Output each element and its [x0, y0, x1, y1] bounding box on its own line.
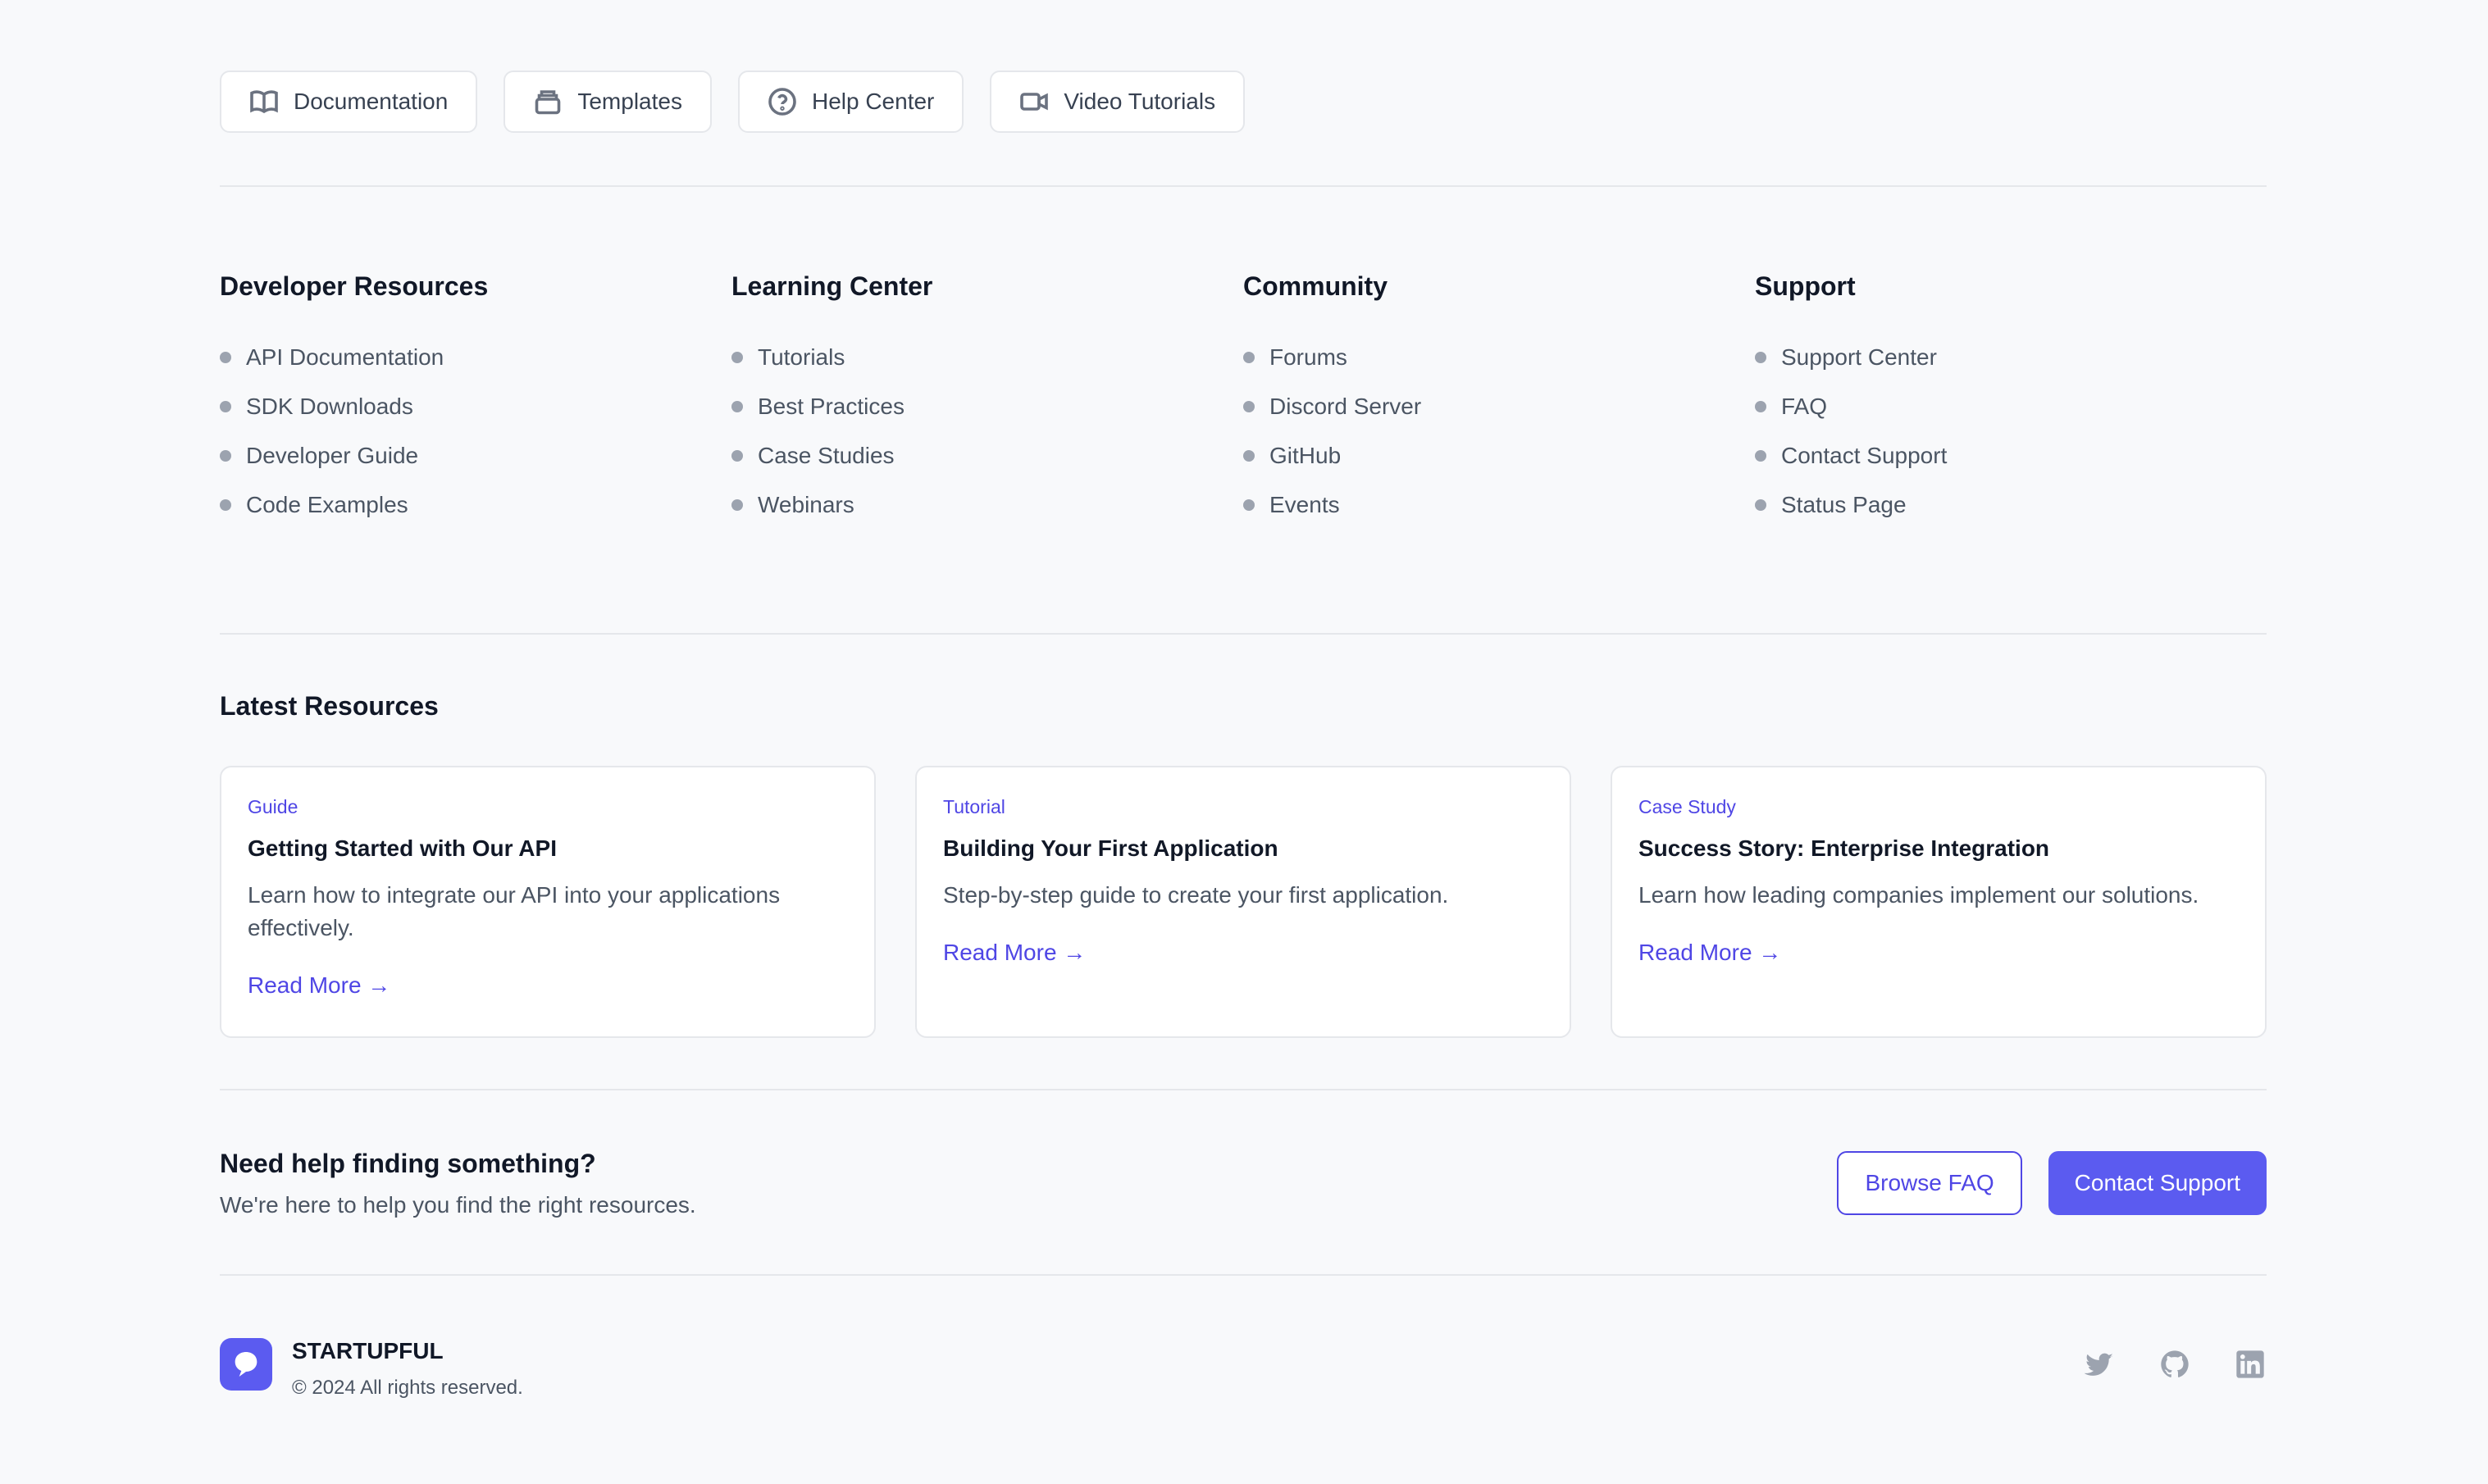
link-label: Events [1269, 492, 1340, 517]
read-more-link[interactable]: Read More → [1638, 940, 1781, 966]
developer-resources-column: Developer Resources API Documentation SD… [220, 271, 731, 535]
column-heading: Support [1755, 271, 1856, 301]
help-center-button[interactable]: Help Center [737, 71, 964, 133]
read-more-link[interactable]: Read More → [248, 972, 390, 999]
help-actions: Browse FAQ Contact Support [1837, 1151, 2267, 1215]
column-heading: Developer Resources [220, 271, 489, 301]
help-subtitle: We're here to help you find the right re… [220, 1192, 696, 1218]
copyright-text: © 2024 All rights reserved. [292, 1377, 523, 1399]
layers-icon [535, 90, 561, 115]
brand-name: STARTUPFUL [292, 1338, 444, 1363]
documentation-label: Documentation [294, 89, 449, 114]
card-description: Step-by-step guide to create your first … [943, 882, 1449, 908]
list-item[interactable]: Code Examples [220, 476, 731, 535]
card-title: Building Your First Application [943, 835, 1278, 861]
video-icon [1020, 93, 1049, 111]
social-links [2083, 1348, 2267, 1381]
card-description: Learn how leading companies implement ou… [1638, 882, 2199, 908]
bullet-icon [1243, 499, 1255, 511]
resource-cards: Guide Getting Started with Our API Learn… [220, 766, 2267, 1038]
read-more-link[interactable]: Read More → [943, 940, 1086, 966]
community-column: Community Forums Discord Server GitHub E… [1243, 271, 1755, 535]
card-tag: Guide [248, 796, 298, 817]
card-tag: Tutorial [943, 796, 1005, 817]
card-title: Getting Started with Our API [248, 835, 557, 861]
divider [220, 633, 2267, 635]
latest-resources-title: Latest Resources [220, 691, 439, 721]
bullet-icon [220, 499, 231, 511]
logo-icon[interactable] [220, 1338, 272, 1391]
bullet-icon [1243, 352, 1255, 363]
link-label: Code Examples [246, 492, 408, 517]
bullet-icon [1755, 352, 1766, 363]
list-item[interactable]: Events [1243, 476, 1755, 535]
contact-support-button[interactable]: Contact Support [2048, 1151, 2267, 1215]
quick-links-bar: Documentation Templates Help Center Vide… [220, 71, 1246, 133]
divider [220, 185, 2267, 187]
documentation-button[interactable]: Documentation [220, 71, 478, 133]
card-tag: Case Study [1638, 796, 1736, 817]
chat-bubble-icon [235, 1352, 257, 1377]
resources-page: Documentation Templates Help Center Vide… [0, 0, 2488, 1484]
browse-faq-button[interactable]: Browse FAQ [1837, 1151, 2022, 1215]
help-circle-icon [768, 88, 796, 116]
bullet-icon [220, 450, 231, 462]
templates-button[interactable]: Templates [504, 71, 712, 133]
bullet-icon [1755, 450, 1766, 462]
footer-brand: STARTUPFUL © 2024 All rights reserved. [220, 1338, 523, 1400]
bullet-icon [1243, 450, 1255, 462]
learning-center-column: Learning Center Tutorials Best Practices… [731, 271, 1243, 535]
bullet-icon [1243, 401, 1255, 412]
bullet-icon [1755, 499, 1766, 511]
templates-label: Templates [577, 89, 682, 114]
link-label: Status Page [1781, 492, 1907, 517]
resource-card[interactable]: Guide Getting Started with Our API Learn… [220, 766, 876, 1038]
github-icon[interactable] [2158, 1348, 2191, 1381]
book-icon [250, 90, 278, 114]
divider [220, 1274, 2267, 1276]
twitter-icon[interactable] [2083, 1348, 2116, 1381]
resource-columns: Developer Resources API Documentation SD… [220, 271, 2267, 535]
divider [220, 1089, 2267, 1090]
resource-card[interactable]: Case Study Success Story: Enterprise Int… [1611, 766, 2267, 1038]
brand-text: STARTUPFUL © 2024 All rights reserved. [292, 1338, 523, 1400]
support-column: Support Support Center FAQ Contact Suppo… [1755, 271, 2267, 535]
list-item[interactable]: Webinars [731, 476, 1243, 535]
linkedin-icon[interactable] [2234, 1348, 2267, 1381]
card-description: Learn how to integrate our API into your… [248, 882, 781, 940]
bullet-icon [220, 401, 231, 412]
bullet-icon [731, 401, 743, 412]
resource-card[interactable]: Tutorial Building Your First Application… [915, 766, 1571, 1038]
column-heading: Learning Center [731, 271, 933, 301]
bullet-icon [1755, 401, 1766, 412]
bullet-icon [731, 450, 743, 462]
bullet-icon [220, 352, 231, 363]
bullet-icon [731, 499, 743, 511]
card-title: Success Story: Enterprise Integration [1638, 835, 2050, 861]
video-tutorials-button[interactable]: Video Tutorials [990, 71, 1246, 133]
bullet-icon [731, 352, 743, 363]
link-label: Webinars [758, 492, 854, 517]
video-tutorials-label: Video Tutorials [1064, 89, 1216, 114]
list-item[interactable]: Status Page [1755, 476, 2267, 535]
help-title: Need help finding something? [220, 1149, 596, 1178]
column-heading: Community [1243, 271, 1388, 301]
help-center-label: Help Center [811, 89, 935, 114]
